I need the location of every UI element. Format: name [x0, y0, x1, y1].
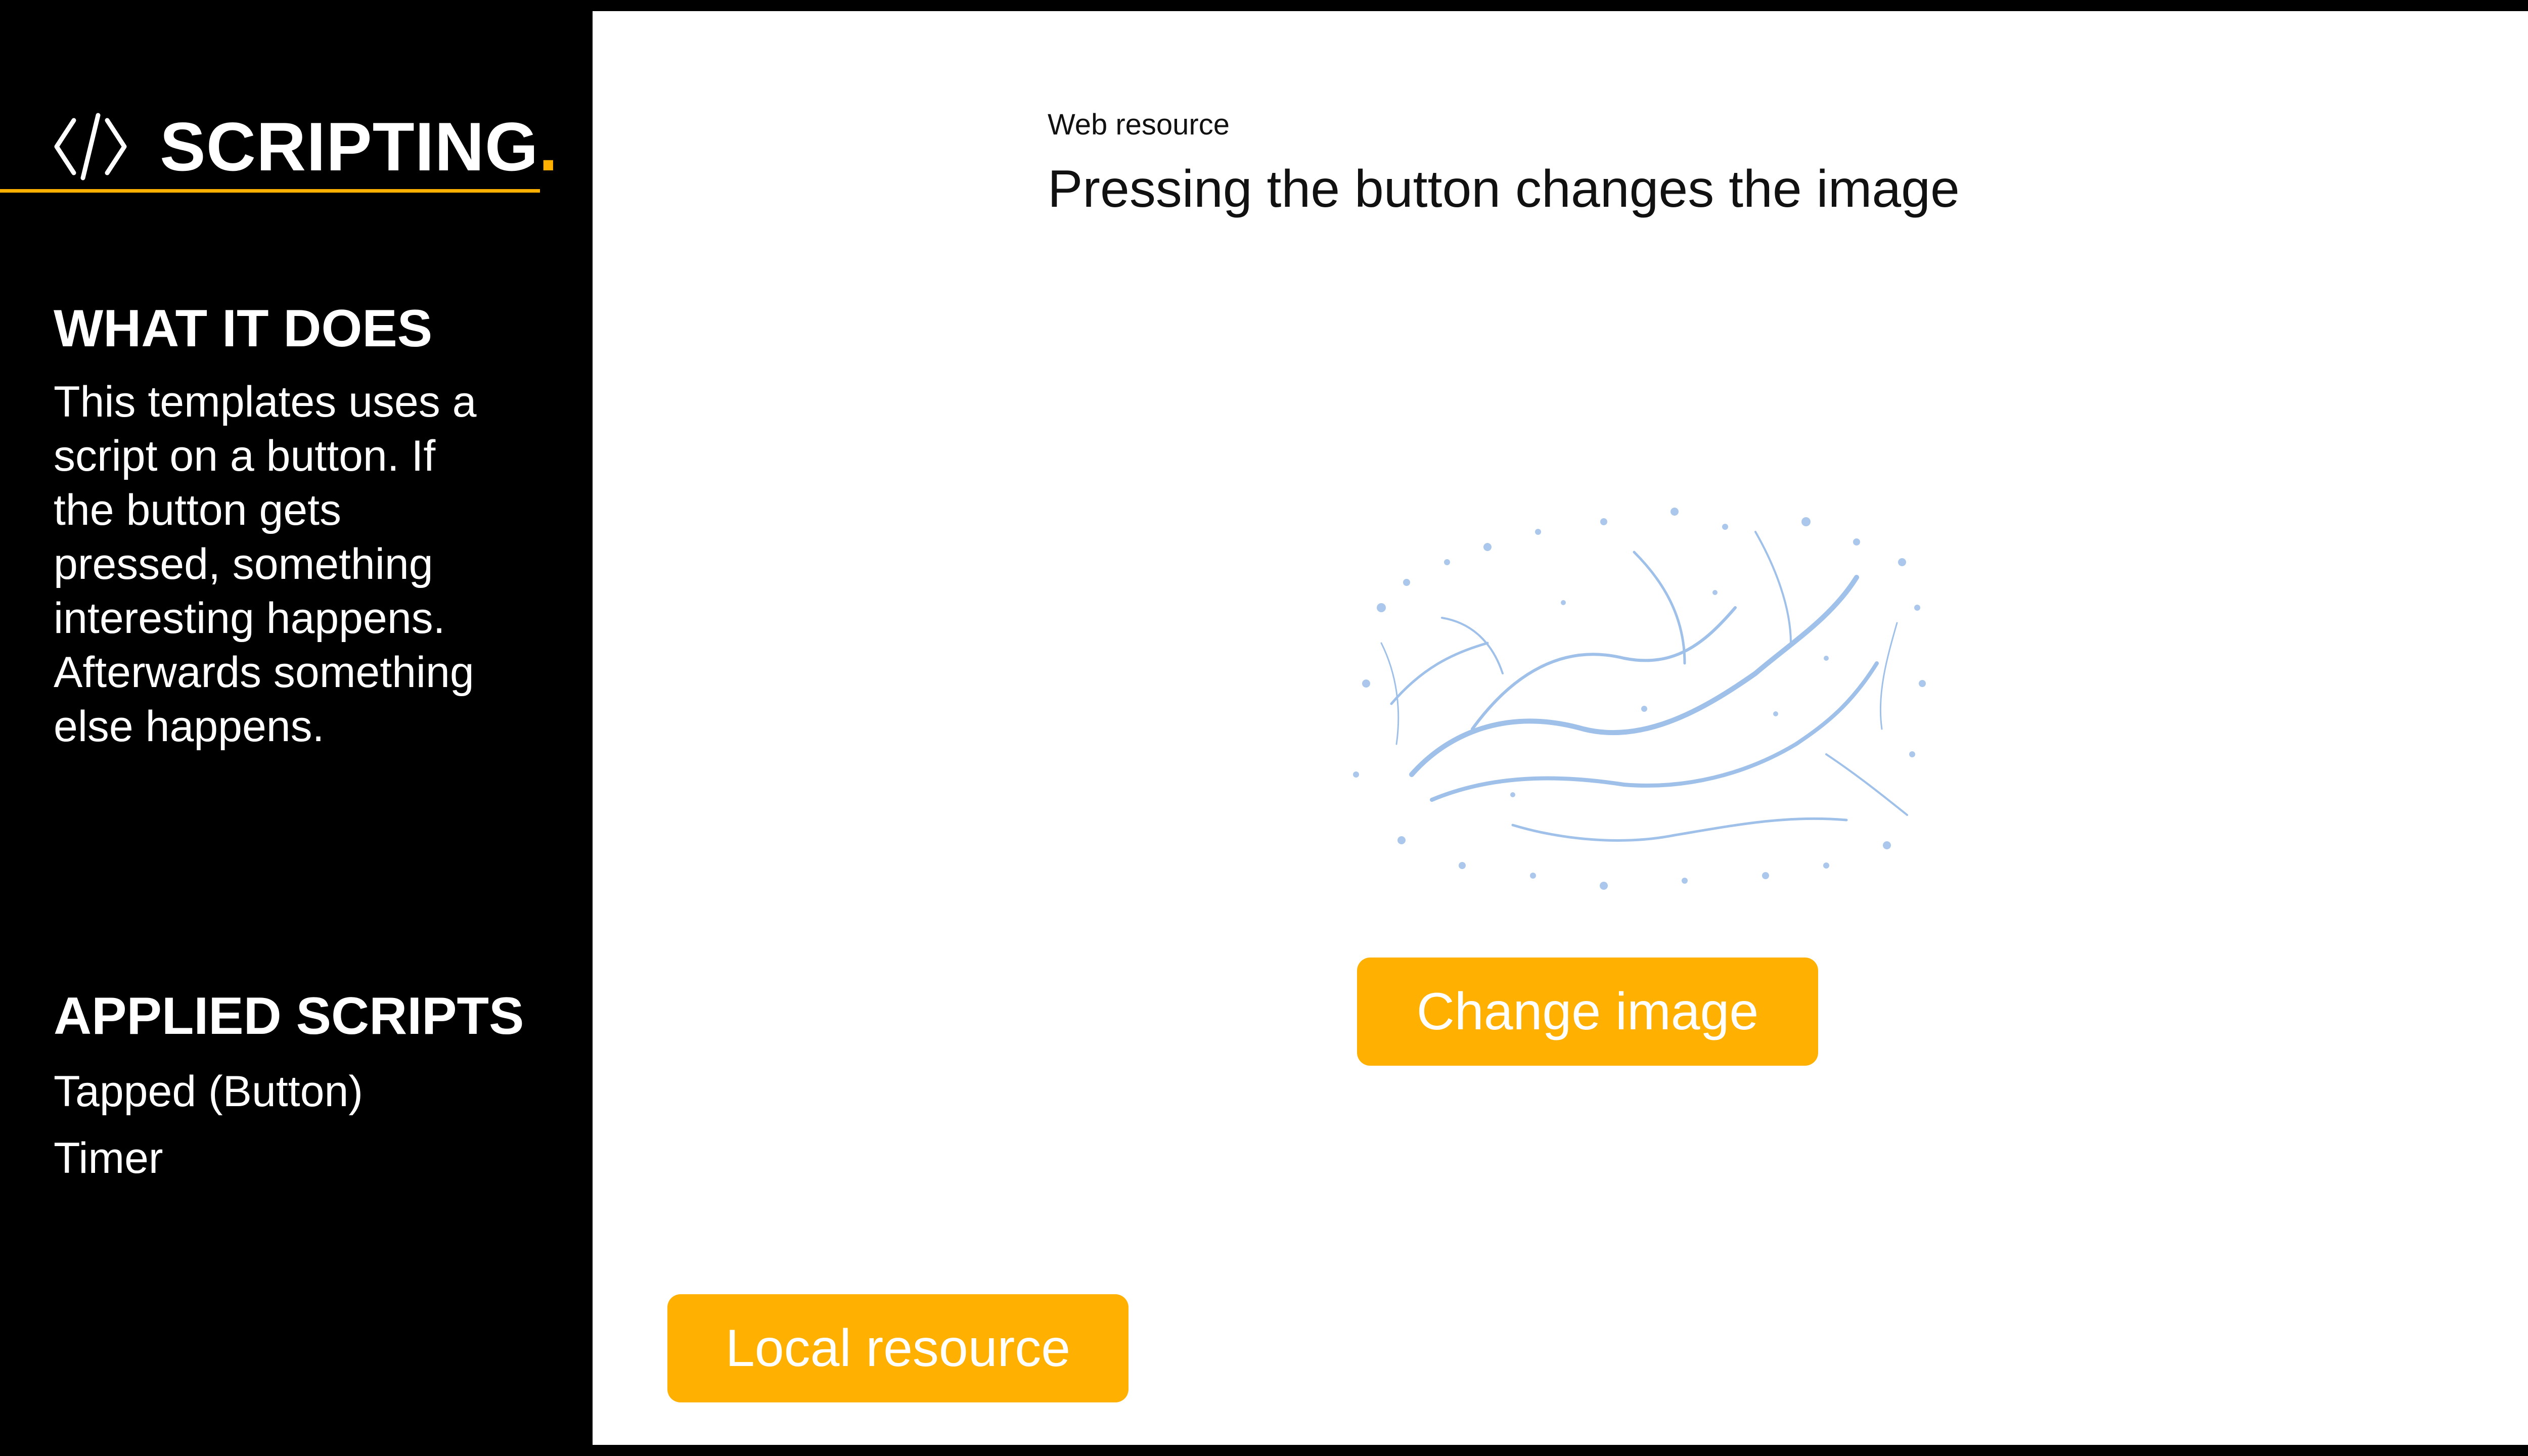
description-line: This templates uses a [54, 378, 477, 426]
applied-script-item: Timer [54, 1134, 163, 1182]
change-image-button[interactable]: Change image [1357, 958, 1818, 1066]
brand: SCRIPTING. [53, 106, 558, 187]
description-line: script on a button. If [54, 432, 436, 480]
brand-dot: . [538, 108, 558, 185]
description-line: interesting happens. [54, 594, 445, 643]
brand-underline [0, 189, 540, 193]
applied-script-item: Tapped (Button) [54, 1067, 363, 1116]
resource-label: Web resource [1048, 108, 1230, 141]
what-it-does-heading: WHAT IT DOES [54, 299, 433, 358]
brand-title: SCRIPTING [160, 108, 539, 185]
page-headline: Pressing the button changes the image [1048, 160, 1960, 218]
description-line: Afterwards something [54, 648, 474, 697]
sidebar: SCRIPTING. WHAT IT DOES This templates u… [0, 0, 593, 1456]
local-resource-button[interactable]: Local resource [667, 1294, 1128, 1402]
code-brackets-icon [54, 113, 127, 180]
water-splash-image [1353, 508, 1926, 890]
what-it-does-description: This templates uses a script on a button… [54, 375, 549, 754]
description-line: pressed, something [54, 540, 433, 588]
content-panel: Web resource Pressing the button changes… [593, 11, 2528, 1445]
screen: SCRIPTING. WHAT IT DOES This templates u… [0, 0, 2528, 1456]
description-line: the button gets [54, 486, 341, 534]
applied-scripts-heading: APPLIED SCRIPTS [54, 987, 524, 1045]
description-line: else happens. [54, 702, 325, 751]
